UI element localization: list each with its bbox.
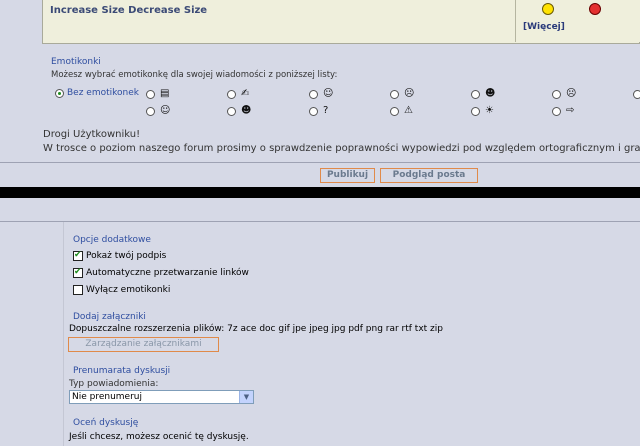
gap-band	[0, 198, 640, 222]
emoticon-radio[interactable]	[227, 89, 236, 99]
emoticon-option[interactable]: ✍	[227, 87, 249, 101]
emoticon-option[interactable]	[633, 87, 640, 101]
option-signature[interactable]: Pokaż twój podpis	[73, 250, 167, 261]
rating-text: Jeśli chcesz, możesz ocenić tę dyskusję.	[69, 432, 249, 442]
font-size-links: Increase Size Decrease Size	[50, 5, 207, 16]
emoticon-radio[interactable]	[146, 106, 155, 116]
notification-type-label: Typ powiadomienia:	[69, 379, 159, 389]
emoticon-option[interactable]: ☺	[309, 87, 333, 101]
grin-icon: ☻	[485, 88, 496, 99]
emoticon-option[interactable]: ⚠	[390, 104, 413, 118]
emoticon-option[interactable]: ☻	[471, 87, 495, 101]
emoticon-radio[interactable]	[552, 89, 561, 99]
emoticon-radio[interactable]	[633, 89, 640, 99]
emoticon-radio[interactable]	[227, 106, 236, 116]
option-disable-emoticons[interactable]: Wyłącz emotikonki	[73, 285, 170, 295]
emoticon-option[interactable]: ?	[309, 104, 328, 118]
auto-links-checkbox[interactable]	[73, 267, 83, 278]
emoticon-radio[interactable]	[471, 89, 480, 99]
notification-type-value: Nie prenumeruj	[72, 392, 143, 402]
attachments-allowed: Dopuszczalne rozszerzenia plików: 7z ace…	[69, 324, 443, 334]
notice-greeting: Drogi Użytkowniku!	[43, 129, 141, 140]
question-icon: ?	[323, 105, 329, 116]
signature-checkbox[interactable]	[73, 250, 83, 261]
emoticon-radio[interactable]	[390, 89, 399, 99]
black-band	[0, 187, 640, 198]
document-icon: ▤	[160, 88, 170, 99]
no-emoticon-option[interactable]: Bez emotikonek	[55, 88, 139, 98]
divider	[0, 162, 640, 163]
emoticon-option[interactable]: ☹	[390, 87, 414, 101]
chevron-down-icon[interactable]: ▼	[239, 391, 253, 403]
emoticon-radio[interactable]	[309, 106, 318, 116]
emoticon-option[interactable]: ▤	[146, 87, 169, 101]
emoticon-option[interactable]: ☀	[471, 104, 494, 118]
subscription-title: Prenumarata dyskusji	[73, 366, 171, 376]
auto-links-label: Automatyczne przetwarzanie linków	[86, 268, 249, 278]
smiley-panel	[515, 0, 640, 42]
happy-icon: ☺	[160, 105, 171, 116]
no-emoticon-radio[interactable]	[55, 88, 64, 98]
notification-type-select[interactable]: Nie prenumeruj ▼	[69, 390, 254, 404]
manage-attachments-button[interactable]: Zarządzanie załącznikami	[68, 337, 219, 352]
emoticon-radio[interactable]	[390, 106, 399, 116]
emoticon-option[interactable]: ☹	[552, 87, 576, 101]
disable-emoticons-checkbox[interactable]	[73, 285, 83, 295]
emoticon-radio[interactable]	[552, 106, 561, 116]
decrease-size-link[interactable]: Decrease Size	[128, 5, 207, 16]
cool-icon: ☻	[241, 105, 252, 116]
options-title: Opcje dodatkowe	[73, 235, 151, 245]
writing-icon: ✍	[241, 88, 250, 99]
emoticon-option[interactable]: ☺	[146, 104, 170, 118]
surprised-icon: ☹	[404, 88, 415, 99]
sad-icon: ☹	[566, 88, 577, 99]
angry-icon[interactable]	[589, 3, 601, 15]
rating-title: Oceń dyskusję	[73, 418, 139, 428]
idea-icon: ☀	[485, 105, 494, 116]
signature-label: Pokaż twój podpis	[86, 251, 167, 261]
arrow-right-icon: ⇨	[566, 105, 575, 116]
smile-icon[interactable]	[542, 3, 554, 15]
attachments-title: Dodaj załączniki	[73, 312, 146, 322]
notice-text: W trosce o poziom naszego forum prosimy …	[43, 143, 640, 154]
more-smilies-link[interactable]: [Więcej]	[523, 22, 565, 32]
warning-icon: ⚠	[404, 105, 413, 116]
emoticon-radio[interactable]	[309, 89, 318, 99]
publish-button[interactable]: Publikuj	[320, 168, 375, 183]
emoticons-title: Emotikonki	[51, 57, 101, 67]
option-auto-links[interactable]: Automatyczne przetwarzanie linków	[73, 267, 249, 278]
increase-size-link[interactable]: Increase Size	[50, 5, 125, 16]
preview-button[interactable]: Podgląd posta	[380, 168, 478, 183]
emoticon-radio[interactable]	[146, 89, 155, 99]
smile-icon: ☺	[323, 88, 334, 99]
emoticon-option[interactable]: ⇨	[552, 104, 574, 118]
no-emoticon-label: Bez emotikonek	[67, 88, 139, 98]
emoticon-option[interactable]: ☻	[227, 104, 251, 118]
emoticon-radio[interactable]	[471, 106, 480, 116]
disable-emoticons-label: Wyłącz emotikonki	[86, 285, 171, 295]
emoticons-subtitle: Możesz wybrać emotikonkę dla swojej wiad…	[51, 70, 338, 80]
